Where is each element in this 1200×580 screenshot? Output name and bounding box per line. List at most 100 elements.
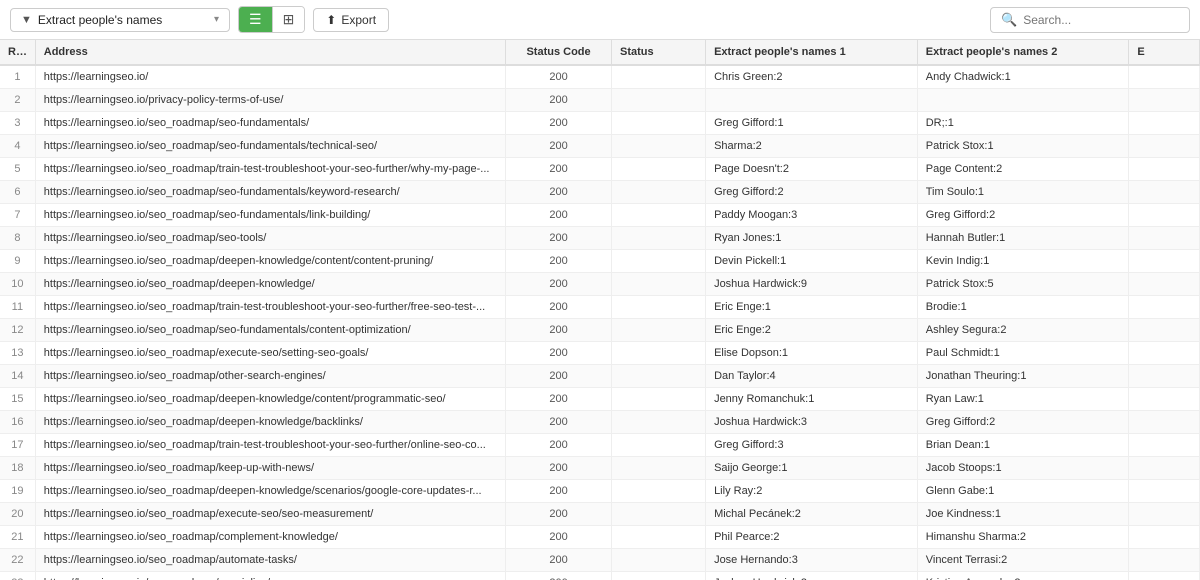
cell-address: https://learningseo.io/seo_roadmap/deepe… [35,388,505,411]
cell-ep1: Paddy Moogan:3 [706,204,918,227]
cell-row-num: 5 [0,158,35,181]
table-row: 3https://learningseo.io/seo_roadmap/seo-… [0,112,1200,135]
cell-ep2: Page Content:2 [917,158,1129,181]
cell-address: https://learningseo.io/seo_roadmap/keep-… [35,457,505,480]
cell-ep2: Vincent Terrasi:2 [917,549,1129,572]
cell-ep2: Paul Schmidt:1 [917,342,1129,365]
cell-row-num: 22 [0,549,35,572]
cell-address: https://learningseo.io/seo_roadmap/deepe… [35,480,505,503]
cell-ep2: Greg Gifford:2 [917,204,1129,227]
cell-ep1: Joshua Hardwick:3 [706,572,918,580]
col-header-address: Address [35,40,505,65]
cell-address: https://learningseo.io/seo_roadmap/seo-f… [35,112,505,135]
cell-ep1: Joshua Hardwick:3 [706,411,918,434]
cell-ep1: Joshua Hardwick:9 [706,273,918,296]
cell-status [611,342,705,365]
export-label: Export [341,13,376,27]
cell-status [611,411,705,434]
cell-row-num: 1 [0,65,35,89]
cell-address: https://learningseo.io/seo_roadmap/deepe… [35,273,505,296]
cell-status [611,204,705,227]
col-header-ep2: Extract people's names 2 [917,40,1129,65]
cell-ep2: DR;:1 [917,112,1129,135]
cell-ep1: Lily Ray:2 [706,480,918,503]
cell-ep2: Tim Soulo:1 [917,181,1129,204]
cell-ep1: Jose Hernando:3 [706,549,918,572]
table-row: 16https://learningseo.io/seo_roadmap/dee… [0,411,1200,434]
cell-status-code: 200 [506,227,612,250]
cell-address: https://learningseo.io/seo_roadmap/deepe… [35,411,505,434]
cell-ep3 [1129,89,1200,112]
export-button[interactable]: ⬆ Export [313,8,389,32]
cell-ep2: Joe Kindness:1 [917,503,1129,526]
list-view-button[interactable]: ☰ [239,7,273,32]
cell-ep3 [1129,434,1200,457]
cell-ep3 [1129,457,1200,480]
table-row: 10https://learningseo.io/seo_roadmap/dee… [0,273,1200,296]
cell-status-code: 200 [506,250,612,273]
cell-status [611,572,705,580]
cell-status [611,158,705,181]
cell-status-code: 200 [506,342,612,365]
search-input[interactable] [1023,13,1179,27]
cell-row-num: 12 [0,319,35,342]
table-row: 11https://learningseo.io/seo_roadmap/tra… [0,296,1200,319]
table-body: 1https://learningseo.io/200Chris Green:2… [0,65,1200,580]
cell-status-code: 200 [506,526,612,549]
cell-row-num: 16 [0,411,35,434]
cell-status [611,549,705,572]
cell-status [611,434,705,457]
cell-address: https://learningseo.io/seo_roadmap/execu… [35,342,505,365]
col-header-ep3: E [1129,40,1200,65]
cell-ep2: Kristina Azarenko:2 [917,572,1129,580]
table-row: 5https://learningseo.io/seo_roadmap/trai… [0,158,1200,181]
cell-row-num: 18 [0,457,35,480]
cell-ep3 [1129,135,1200,158]
cell-row-num: 21 [0,526,35,549]
cell-ep1: Jenny Romanchuk:1 [706,388,918,411]
tree-view-button[interactable]: ⊞ [273,7,305,32]
cell-row-num: 19 [0,480,35,503]
cell-status [611,181,705,204]
table-container: Row Address Status Code Status Extract p… [0,40,1200,580]
cell-ep2: Jacob Stoops:1 [917,457,1129,480]
cell-row-num: 9 [0,250,35,273]
cell-row-num: 10 [0,273,35,296]
col-header-ep1: Extract people's names 1 [706,40,918,65]
table-row: 12https://learningseo.io/seo_roadmap/seo… [0,319,1200,342]
cell-status-code: 200 [506,296,612,319]
filter-dropdown[interactable]: ▼ Extract people's names ▾ [10,8,230,32]
cell-status-code: 200 [506,204,612,227]
cell-status-code: 200 [506,89,612,112]
table-row: 17https://learningseo.io/seo_roadmap/tra… [0,434,1200,457]
table-row: 8https://learningseo.io/seo_roadmap/seo-… [0,227,1200,250]
cell-address: https://learningseo.io/seo_roadmap/train… [35,158,505,181]
cell-ep2: Patrick Stox:1 [917,135,1129,158]
cell-ep2: Ashley Segura:2 [917,319,1129,342]
cell-ep2: Brodie:1 [917,296,1129,319]
cell-row-num: 13 [0,342,35,365]
cell-status-code: 200 [506,112,612,135]
export-icon: ⬆ [326,13,336,27]
cell-ep3 [1129,181,1200,204]
chevron-down-icon: ▾ [214,14,219,25]
cell-status-code: 200 [506,457,612,480]
table-row: 6https://learningseo.io/seo_roadmap/seo-… [0,181,1200,204]
table-row: 22https://learningseo.io/seo_roadmap/aut… [0,549,1200,572]
table-row: 9https://learningseo.io/seo_roadmap/deep… [0,250,1200,273]
cell-address: https://learningseo.io/privacy-policy-te… [35,89,505,112]
cell-ep3 [1129,273,1200,296]
cell-ep2: Andy Chadwick:1 [917,65,1129,89]
cell-status-code: 200 [506,503,612,526]
table-row: 2https://learningseo.io/privacy-policy-t… [0,89,1200,112]
cell-ep2: Ryan Law:1 [917,388,1129,411]
cell-ep3 [1129,411,1200,434]
table-row: 4https://learningseo.io/seo_roadmap/seo-… [0,135,1200,158]
cell-status-code: 200 [506,158,612,181]
cell-status-code: 200 [506,319,612,342]
cell-ep3 [1129,112,1200,135]
cell-address: https://learningseo.io/seo_roadmap/deepe… [35,250,505,273]
cell-ep1: Page Doesn't:2 [706,158,918,181]
cell-status [611,503,705,526]
cell-status [611,135,705,158]
